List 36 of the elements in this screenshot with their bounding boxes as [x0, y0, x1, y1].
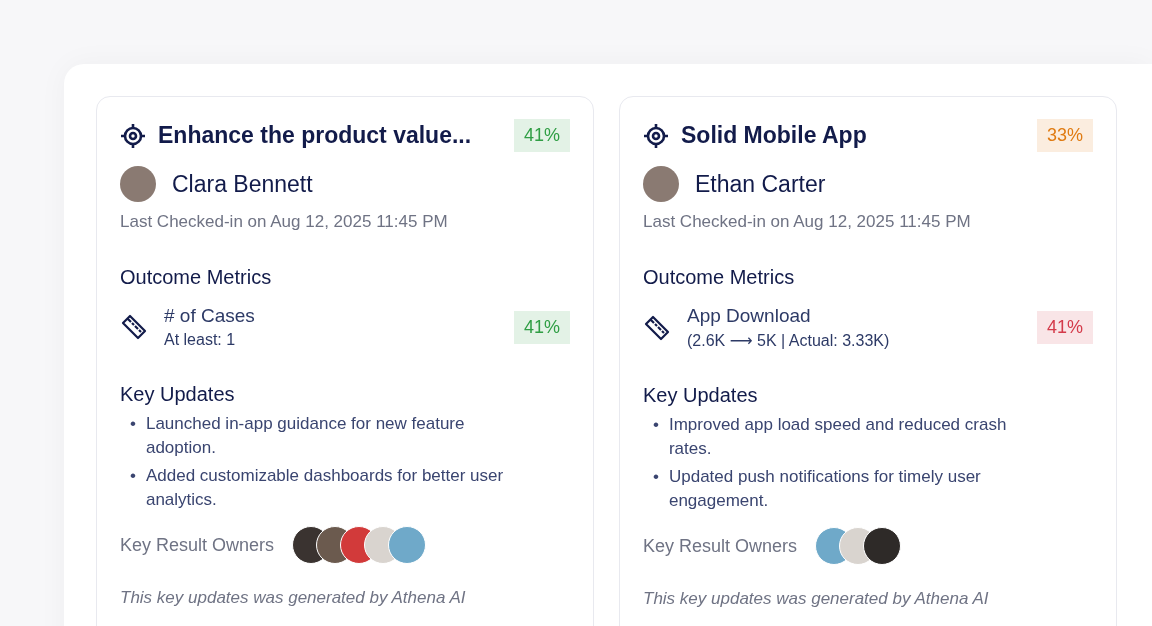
metric-name: App Download — [687, 305, 812, 327]
checked-in-text: Last Checked-in on Aug 12, 2025 11:45 PM — [120, 212, 449, 232]
section-heading: Key Updates — [120, 383, 236, 406]
target-icon — [120, 122, 146, 149]
progress-badge: 41% — [513, 310, 570, 344]
owners-label: Key Result Owners — [643, 535, 798, 557]
section-heading: Key Updates — [643, 384, 759, 407]
ruler-icon — [643, 313, 671, 342]
progress-badge: 41% — [513, 119, 570, 152]
metric-target: At least: 1 — [164, 331, 237, 349]
objective-title: Enhance the product value... — [158, 122, 473, 149]
metric-target: (2.6K ⟶ 5K | Actual: 3.33K) — [687, 331, 891, 350]
owner-name: Clara Bennett — [172, 170, 313, 198]
bullet: • — [130, 413, 136, 435]
avatar — [643, 166, 679, 202]
target-icon — [643, 122, 669, 149]
objective-title: Solid Mobile App — [681, 122, 868, 149]
ai-note: This key updates was generated by Athena AI — [120, 588, 467, 608]
owners-label: Key Result Owners — [120, 534, 275, 556]
bullet: • — [653, 466, 659, 488]
avatar — [120, 166, 156, 202]
owner-name: Ethan Carter — [695, 170, 826, 198]
ruler-icon — [120, 313, 148, 341]
progress-badge: 33% — [1036, 119, 1093, 152]
bullet: • — [130, 465, 136, 487]
ai-note: This key updates was generated by Athena AI — [643, 589, 990, 609]
progress-badge: 41% — [1036, 311, 1093, 344]
metric-name: # of Cases — [164, 305, 256, 327]
update-item: Launched in-app guidance for new feature adoption. — [145, 413, 466, 459]
update-item: Improved app load speed and reduced crash rates. — [668, 414, 1008, 460]
bullet: • — [653, 414, 659, 436]
section-heading: Outcome Metrics — [643, 266, 796, 289]
update-item: Updated push notifications for timely user engagement. — [668, 466, 982, 512]
checked-in-text: Last Checked-in on Aug 12, 2025 11:45 PM — [643, 212, 972, 232]
section-heading: Outcome Metrics — [120, 266, 273, 289]
update-item: Added customizable dashboards for better user analytics. — [145, 465, 505, 511]
